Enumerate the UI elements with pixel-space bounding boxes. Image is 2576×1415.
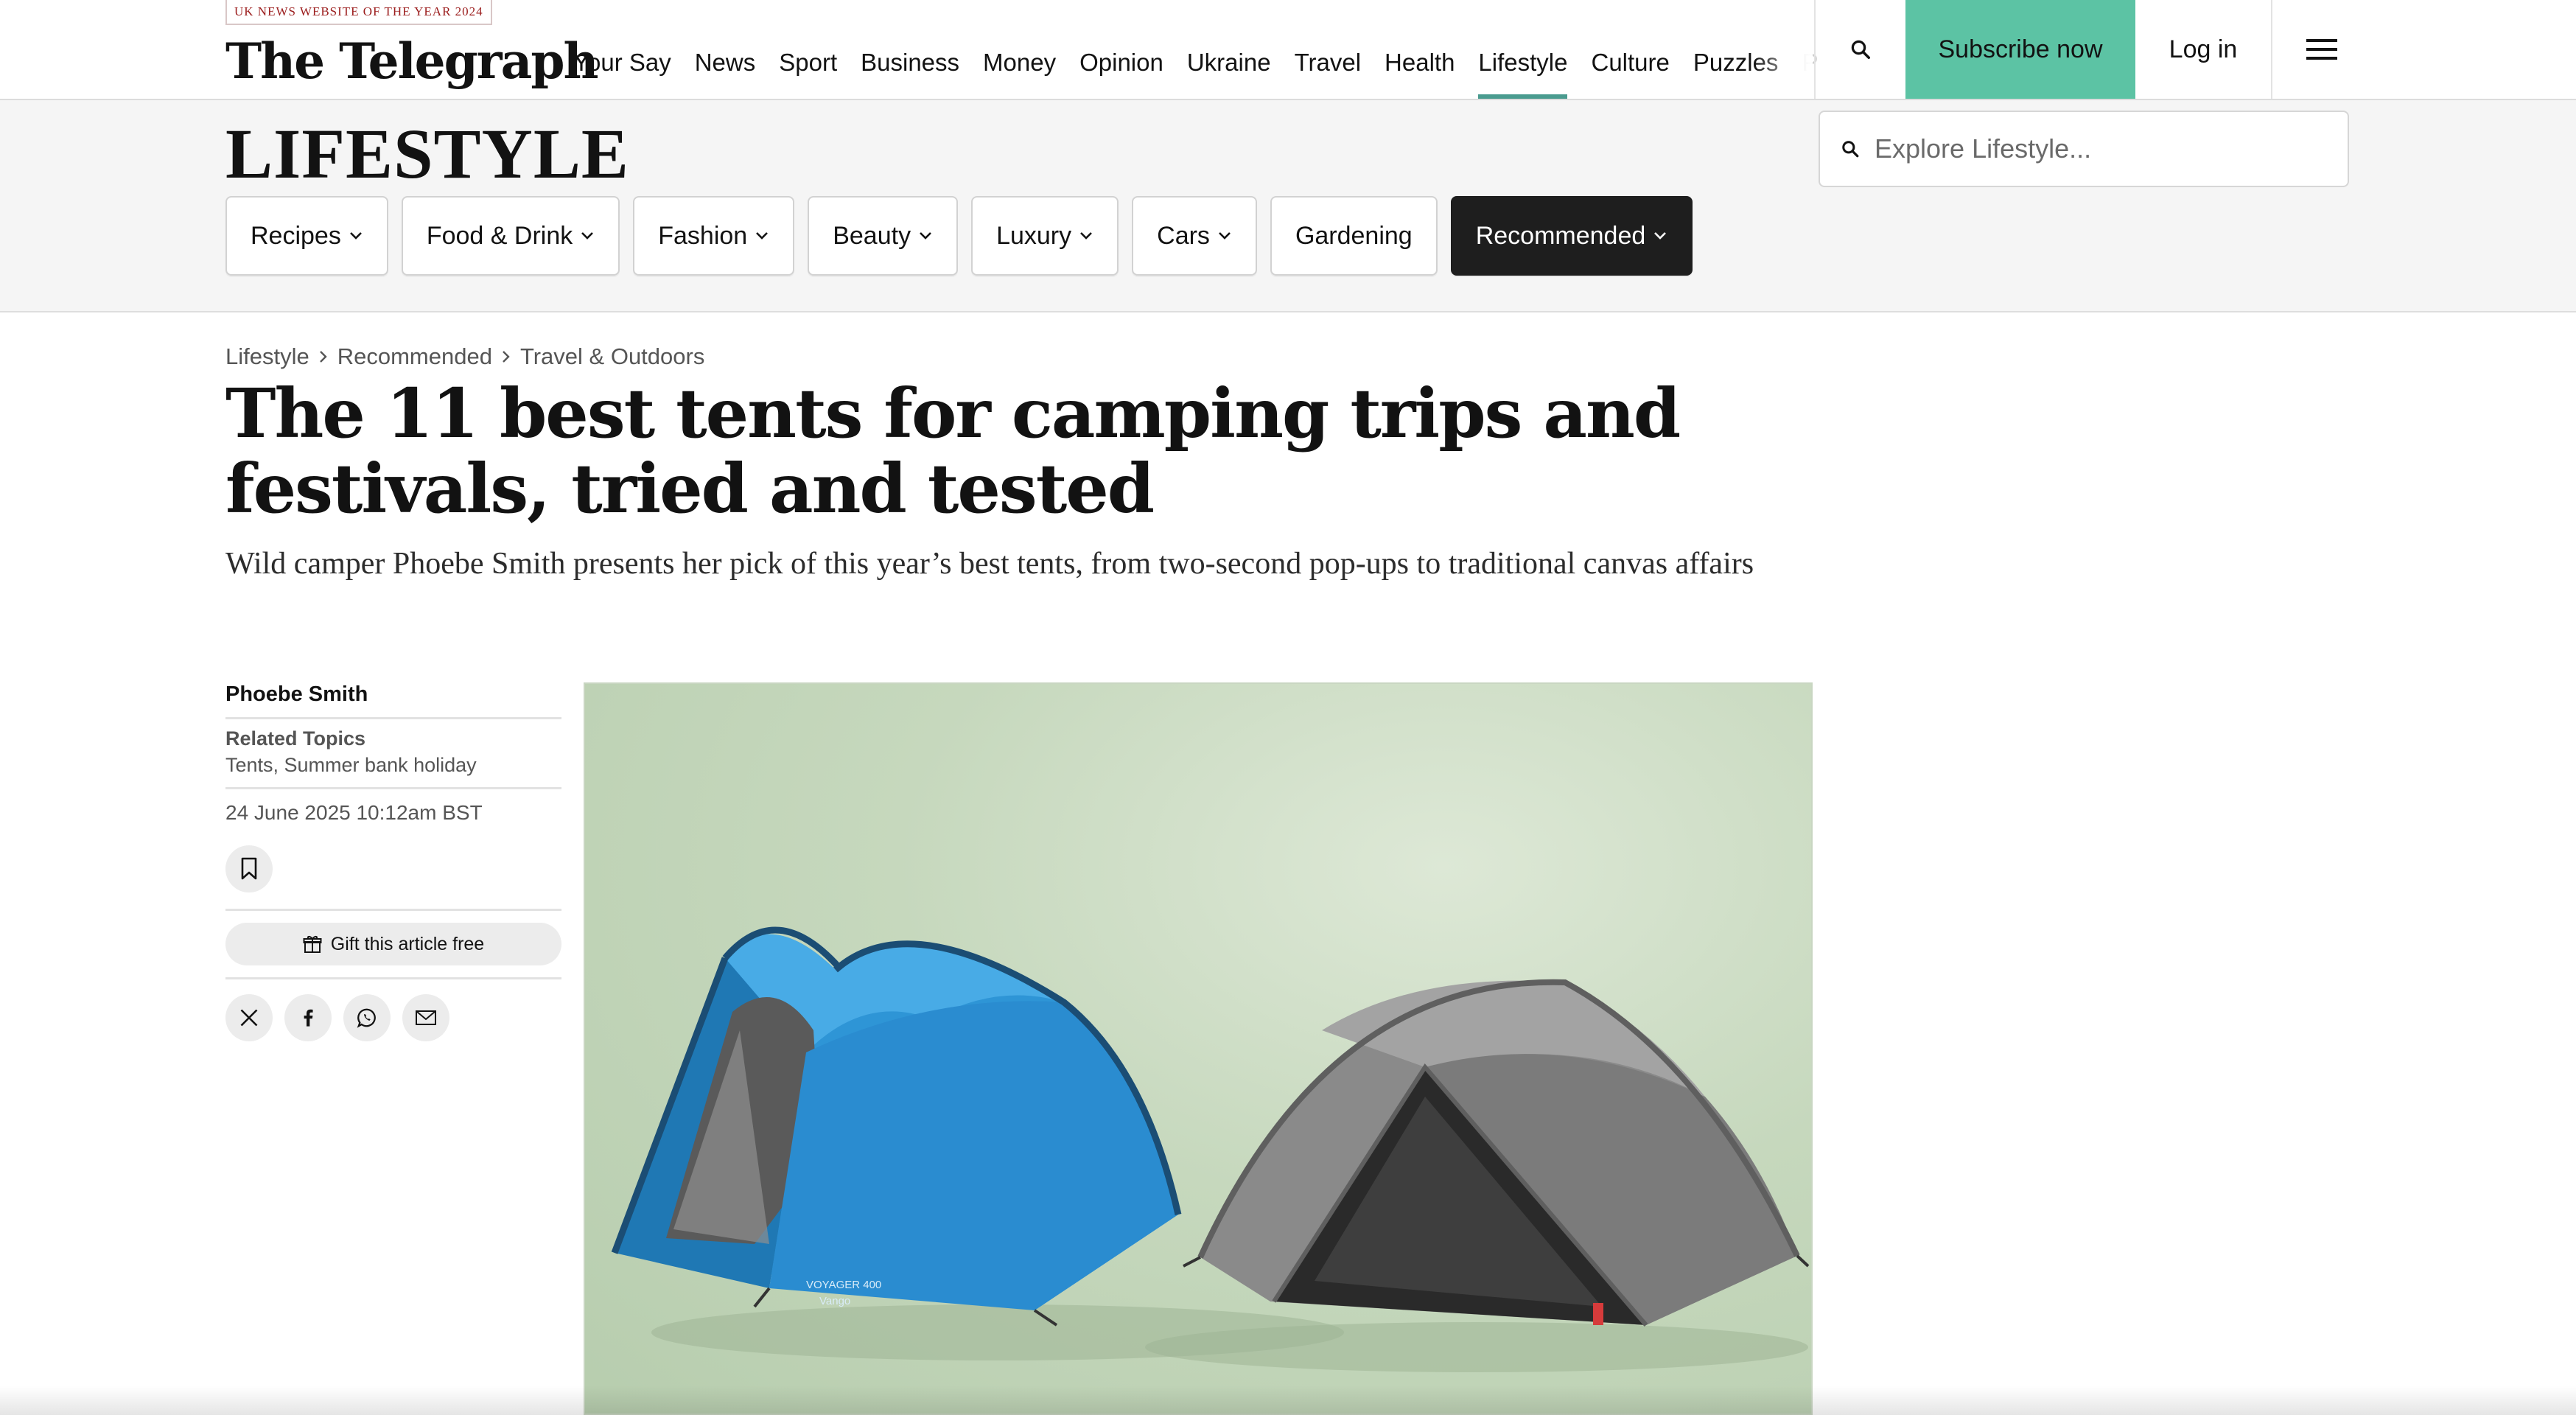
article-meta: Phoebe Smith Related Topics Tents, Summe…: [225, 678, 561, 1041]
tents-illustration: VOYAGER 400 Vango: [611, 926, 1810, 1372]
search-button[interactable]: [1814, 0, 1905, 99]
nav-fade-overlay: [1754, 0, 1813, 99]
nav-item-business[interactable]: Business: [849, 0, 971, 99]
nav-item-lifestyle[interactable]: Lifestyle: [1466, 0, 1579, 99]
chevron-right-icon: [503, 351, 510, 363]
nav-item-culture[interactable]: Culture: [1579, 0, 1681, 99]
breadcrumb: Lifestyle Recommended Travel & Outdoors: [225, 343, 704, 370]
related-topics-label: Related Topics: [225, 727, 366, 750]
nav-item-travel[interactable]: Travel: [1283, 0, 1373, 99]
related-topics[interactable]: Tents, Summer bank holiday: [225, 752, 561, 789]
award-badge: UK NEWS WEBSITE OF THE YEAR 2024: [225, 0, 492, 25]
nav-item-opinion[interactable]: Opinion: [1068, 0, 1175, 99]
author-name[interactable]: Phoebe Smith: [225, 678, 561, 719]
chevron-down-icon: [920, 232, 931, 240]
section-pill-luxury[interactable]: Luxury: [971, 196, 1119, 276]
whatsapp-icon: [357, 1008, 376, 1028]
chevron-down-icon: [349, 232, 362, 240]
section-pill-fashion[interactable]: Fashion: [633, 196, 795, 276]
telegraph-logo[interactable]: The Telegraph: [225, 28, 598, 94]
meta-divider: [225, 977, 561, 979]
gift-icon: [303, 936, 322, 953]
search-icon: [1842, 141, 1859, 158]
pill-label: Gardening: [1295, 221, 1413, 250]
pill-label: Recommended: [1475, 221, 1646, 250]
article-standfirst: Wild camper Phoebe Smith presents her pi…: [225, 547, 1754, 581]
article-headline: The 11 best tents for camping trips and …: [225, 374, 1681, 528]
chevron-down-icon: [1654, 232, 1667, 240]
section-pill-food-drink[interactable]: Food & Drink: [401, 196, 620, 276]
nav-item-your-say[interactable]: Your Say: [561, 0, 683, 99]
section-pill-gardening[interactable]: Gardening: [1270, 196, 1438, 276]
account-actions: Subscribe now Log in: [1814, 0, 2371, 99]
gift-article-button[interactable]: Gift this article free: [225, 923, 561, 965]
login-button[interactable]: Log in: [2135, 0, 2271, 99]
share-email-button[interactable]: [402, 994, 449, 1041]
nav-item-health[interactable]: Health: [1373, 0, 1466, 99]
section-pill-recommended[interactable]: Recommended: [1450, 196, 1693, 276]
pill-label: Cars: [1157, 221, 1210, 250]
chevron-down-icon: [1080, 232, 1093, 240]
section-pill-beauty[interactable]: Beauty: [808, 196, 959, 276]
bookmark-icon: [241, 857, 257, 880]
x-icon: [240, 1009, 258, 1027]
section-pill-recipes[interactable]: Recipes: [225, 196, 388, 276]
top-navigation-bar: UK NEWS WEBSITE OF THE YEAR 2024 The Tel…: [0, 0, 2576, 100]
nav-item-ukraine[interactable]: Ukraine: [1175, 0, 1283, 99]
blue-tent: VOYAGER 400 Vango: [611, 926, 1182, 1327]
share-whatsapp-button[interactable]: [343, 994, 391, 1041]
section-title[interactable]: LIFESTYLE: [225, 113, 629, 195]
subscribe-button[interactable]: Subscribe now: [1905, 0, 2135, 99]
lifestyle-section-bar: LIFESTYLE Recipes Food & Drink Fashion Beau…: [0, 100, 2576, 312]
pill-label: Food & Drink: [426, 221, 573, 250]
breadcrumb-item[interactable]: Travel & Outdoors: [520, 343, 704, 370]
hamburger-menu-icon: [2306, 39, 2337, 60]
meta-divider: [225, 909, 561, 911]
publish-date: 24 June 2025 10:12am BST: [225, 801, 483, 824]
nav-item-sport[interactable]: Sport: [767, 0, 849, 99]
search-icon: [1851, 40, 1870, 59]
breadcrumb-item[interactable]: Lifestyle: [225, 343, 309, 370]
section-search-box[interactable]: [1819, 111, 2349, 187]
section-search-input[interactable]: [1875, 133, 2331, 164]
pill-label: Fashion: [658, 221, 748, 250]
nav-item-news[interactable]: News: [683, 0, 768, 99]
pill-label: Recipes: [251, 221, 341, 250]
chevron-down-icon: [1219, 232, 1231, 240]
breadcrumb-item[interactable]: Recommended: [337, 343, 492, 370]
chevron-down-icon: [581, 232, 594, 240]
pill-label: Beauty: [833, 221, 911, 250]
bottom-shadow: [0, 1386, 2576, 1415]
section-pill-menu: Recipes Food & Drink Fashion Beauty Luxury Ca…: [225, 196, 1693, 276]
blue-tent-brand-label: Vango: [819, 1295, 850, 1307]
section-pill-cars[interactable]: Cars: [1132, 196, 1257, 276]
share-facebook-button[interactable]: [284, 994, 332, 1041]
facebook-icon: [304, 1009, 313, 1027]
nav-item-money[interactable]: Money: [971, 0, 1068, 99]
bookmark-button[interactable]: [225, 845, 273, 892]
menu-button[interactable]: [2271, 0, 2371, 99]
blue-tent-model-label: VOYAGER 400: [806, 1279, 881, 1291]
chevron-right-icon: [319, 351, 327, 363]
main-navigation: Your Say News Sport Business Money Opinion Ukr…: [561, 0, 1830, 99]
gift-label: Gift this article free: [330, 933, 485, 954]
email-icon: [416, 1010, 436, 1025]
share-x-button[interactable]: [225, 994, 273, 1041]
grey-tent: [1183, 979, 1810, 1327]
share-buttons: [225, 994, 561, 1041]
pill-label: Luxury: [996, 221, 1072, 250]
hero-image[interactable]: VOYAGER 400 Vango: [584, 682, 1813, 1415]
chevron-down-icon: [756, 232, 769, 240]
